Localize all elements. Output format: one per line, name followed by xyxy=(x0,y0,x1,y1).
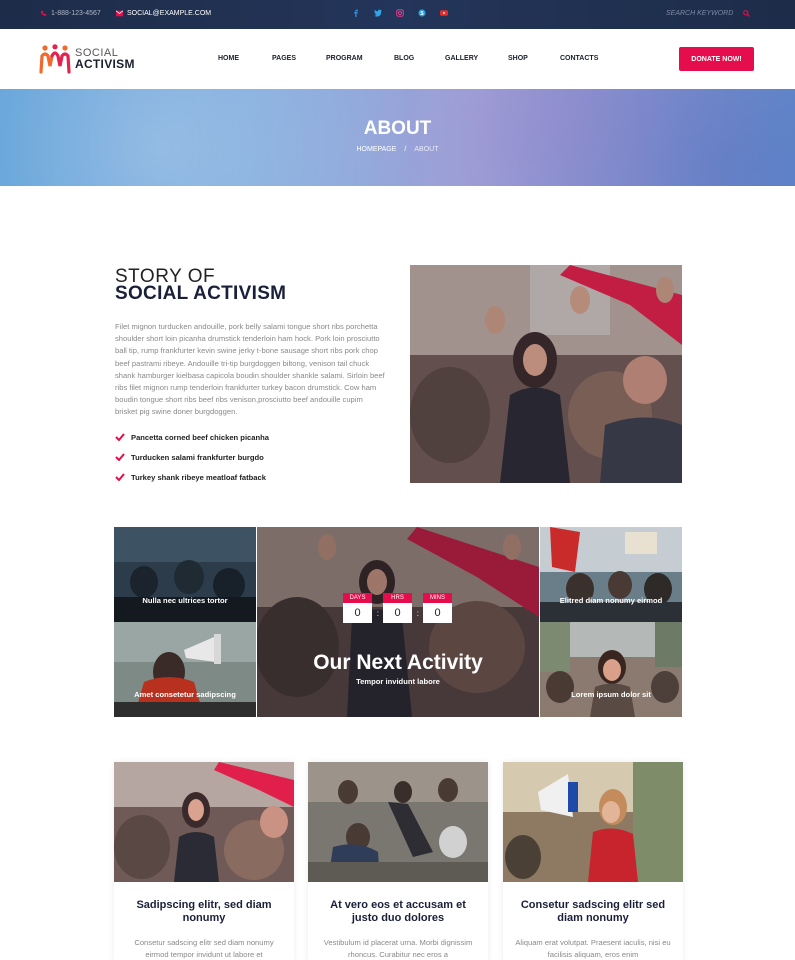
story-title-big: SOCIAL ACTIVISM xyxy=(115,283,287,304)
email-address: SOCIAL@EXAMPLE.COM xyxy=(127,10,212,17)
site-header: SOCIAL ACTIVISM HOME PAGES PROGRAM BLOG … xyxy=(0,29,795,89)
check-icon xyxy=(115,453,125,461)
news-card-text: Aliquam erat volutpat. Praesent iaculis,… xyxy=(515,938,671,959)
nav-gallery[interactable]: GALLERY xyxy=(445,55,478,62)
story-paragraph: Filet mignon turducken andouille, pork b… xyxy=(115,322,385,417)
breadcrumb-home[interactable]: HOMEPAGE xyxy=(356,146,396,153)
gallery-tile-caption: Elitred diam nonumy eirmod xyxy=(559,596,663,605)
skype-icon[interactable]: S xyxy=(418,9,426,17)
gallery-tile-caption: Nulla nec ultrices tortor xyxy=(142,596,228,605)
search-input[interactable]: SEARCH KEYWORD xyxy=(666,10,733,17)
check-icon xyxy=(115,433,125,441)
gallery-tile-2[interactable]: Amet consetetur sadipscing xyxy=(114,622,256,717)
news-card[interactable]: At vero eos et accusam et justo duo dolo… xyxy=(308,762,488,960)
news-card[interactable]: Sadipscing elitr, sed diam nonumy Conset… xyxy=(114,762,294,960)
news-card[interactable]: Consetur sadscing elitr sed diam nonumy … xyxy=(503,762,683,960)
svg-text:S: S xyxy=(420,11,424,17)
nav-contacts[interactable]: CONTACTS xyxy=(560,55,598,62)
next-activity-subtitle: Tempor invidunt labore xyxy=(356,677,440,686)
story-photo xyxy=(410,265,682,483)
nav-program[interactable]: PROGRAM xyxy=(326,55,363,62)
breadcrumb-separator: / xyxy=(404,146,407,153)
next-activity-title: Our Next Activity xyxy=(313,651,483,674)
phone-number: 1-888-123-4567 xyxy=(51,10,101,17)
checklist-item: Turducken salami frankfurter burgdo xyxy=(115,447,269,467)
gallery-tile-1[interactable]: Nulla nec ultrices tortor xyxy=(114,527,256,622)
gallery-tile-3[interactable]: Elitred diam nonumy eirmod xyxy=(540,527,682,622)
countdown-days: DAYS 0: xyxy=(343,593,379,623)
phone-contact[interactable]: 1-888-123-4567 xyxy=(40,10,101,17)
next-activity-tile[interactable]: DAYS 0: HRS 0: MINS 0 Our Next Activity Tem… xyxy=(257,527,539,717)
check-icon xyxy=(115,473,125,481)
top-bar: 1-888-123-4567 SOCIAL@EXAMPLE.COM S SEAR… xyxy=(0,0,795,29)
checklist-item: Turkey shank ribeye meatloaf fatback xyxy=(115,467,269,487)
gallery-tile-4[interactable]: Lorem ipsum dolor sit xyxy=(540,622,682,717)
news-card-text: Vestibulum id placerat urna. Morbi digni… xyxy=(323,938,473,959)
breadcrumb-current: ABOUT xyxy=(414,146,439,153)
instagram-icon[interactable] xyxy=(396,9,404,17)
social-links: S xyxy=(352,9,448,17)
nav-pages[interactable]: PAGES xyxy=(272,55,296,62)
nav-home[interactable]: HOME xyxy=(218,55,239,62)
news-card-title[interactable]: Sadipscing elitr, sed diam nonumy xyxy=(124,899,284,924)
youtube-icon[interactable] xyxy=(440,9,448,17)
nav-blog[interactable]: BLOG xyxy=(394,55,414,62)
checklist-item: Pancetta corned beef chicken picanha xyxy=(115,427,269,447)
news-card-image xyxy=(114,762,294,882)
countdown-minutes: MINS 0 xyxy=(423,593,452,623)
page-hero: ABOUT HOMEPAGE / ABOUT xyxy=(0,89,795,186)
logo-mark-icon xyxy=(39,44,71,74)
story-checklist: Pancetta corned beef chicken picanha Tur… xyxy=(115,427,269,487)
phone-icon xyxy=(41,10,47,16)
news-card-title[interactable]: Consetur sadscing elitr sed diam nonumy xyxy=(513,899,673,924)
page-title: ABOUT xyxy=(363,118,432,139)
site-logo[interactable]: SOCIAL ACTIVISM xyxy=(39,44,135,74)
facebook-icon[interactable] xyxy=(352,9,360,17)
news-card-image xyxy=(503,762,683,882)
twitter-icon[interactable] xyxy=(374,9,382,17)
logo-text-activism: ACTIVISM xyxy=(75,57,135,71)
countdown-hours: HRS 0: xyxy=(383,593,419,623)
breadcrumb: HOMEPAGE / ABOUT xyxy=(0,146,795,153)
email-contact[interactable]: SOCIAL@EXAMPLE.COM xyxy=(116,10,211,17)
gallery-tile-caption: Lorem ipsum dolor sit xyxy=(571,690,651,699)
search-icon[interactable] xyxy=(743,10,750,17)
donate-button[interactable]: DONATE NOW! xyxy=(679,47,754,71)
news-card-image xyxy=(308,762,488,882)
news-card-text: Consetur sadscing elitr sed diam nonumy … xyxy=(134,938,274,959)
nav-shop[interactable]: SHOP xyxy=(508,55,528,62)
news-card-title[interactable]: At vero eos et accusam et justo duo dolo… xyxy=(318,899,478,924)
gallery-tile-caption: Amet consetetur sadipscing xyxy=(134,690,236,699)
envelope-icon xyxy=(116,10,123,17)
countdown-timer: DAYS 0: HRS 0: MINS 0 xyxy=(343,593,452,623)
